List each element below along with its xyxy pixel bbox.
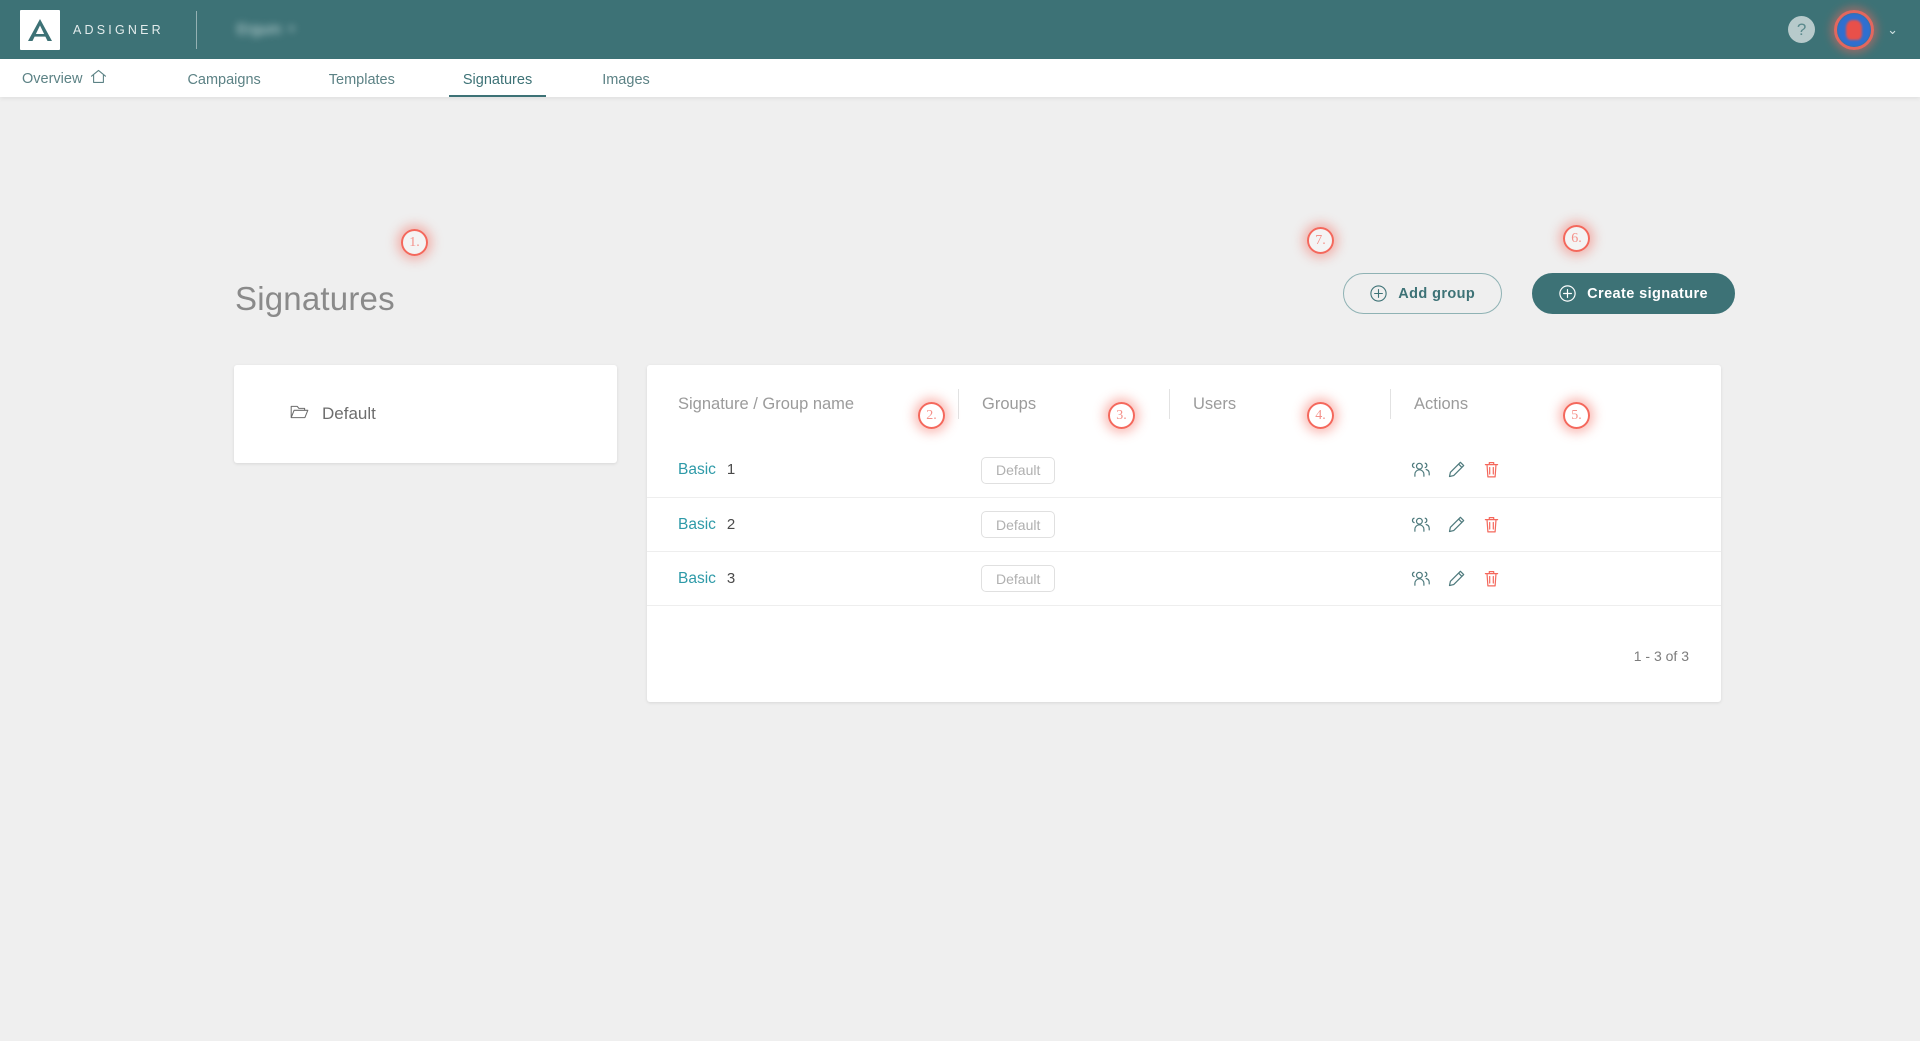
main-navigation: Overview Campaigns Templates Signatures …: [0, 59, 1920, 97]
tab-signatures[interactable]: Signatures: [448, 72, 547, 97]
delete-trash-icon[interactable]: [1483, 460, 1503, 480]
tab-label: Overview: [22, 70, 83, 87]
folder-label: Default: [322, 404, 376, 423]
adsigner-logo-icon: [20, 9, 60, 50]
column-users[interactable]: Users: [1170, 395, 1390, 414]
brand-logo[interactable]: ADSIGNER: [20, 9, 164, 50]
delete-trash-icon[interactable]: [1483, 569, 1503, 589]
column-signature-group-name[interactable]: Signature / Group name: [678, 395, 958, 414]
groups-cell: Default: [958, 456, 1168, 484]
signature-index: 2: [726, 515, 736, 533]
folder-panel: Default: [234, 365, 617, 463]
annotation-marker-6: 6.: [1563, 225, 1590, 252]
annotation-marker-3: 3.: [1108, 402, 1135, 429]
signature-name: Basic: [678, 515, 716, 533]
table-header-row: Signature / Group name Groups Users Acti…: [647, 365, 1721, 443]
signature-name: Basic: [678, 461, 716, 478]
plus-circle-icon: [1370, 285, 1387, 302]
header-actions: ? ⌄: [1788, 9, 1898, 50]
annotation-marker-2: 2.: [918, 402, 945, 429]
signature-name-cell[interactable]: Basic 2: [678, 516, 958, 534]
tab-templates[interactable]: Templates: [329, 72, 395, 97]
table-body: Basic 1 Default Basic 2 Default Basic 3 …: [647, 443, 1721, 606]
company-selector[interactable]: Ergum ▾: [237, 21, 294, 38]
avatar[interactable]: [1834, 9, 1875, 50]
signature-name-cell[interactable]: Basic 1: [678, 461, 958, 479]
users-icon[interactable]: [1411, 460, 1431, 480]
tab-overview[interactable]: Overview: [22, 69, 107, 97]
signature-index: 3: [726, 569, 736, 587]
signature-name: Basic: [678, 569, 716, 587]
folder-icon: [290, 404, 309, 425]
avatar-highlight-ring: [1834, 9, 1875, 50]
page-body: Signatures Add group Create signature De…: [0, 97, 1920, 1041]
pagination-status: 1 - 3 of 3: [1633, 648, 1689, 664]
users-icon[interactable]: [1411, 515, 1431, 535]
annotation-marker-4: 4.: [1307, 402, 1334, 429]
edit-pencil-icon[interactable]: [1447, 569, 1467, 589]
table-row[interactable]: Basic 1 Default: [647, 443, 1721, 497]
delete-trash-icon[interactable]: [1483, 515, 1503, 535]
signatures-table: Signature / Group name Groups Users Acti…: [647, 365, 1721, 702]
add-group-button[interactable]: Add group: [1343, 273, 1503, 314]
edit-pencil-icon[interactable]: [1447, 460, 1467, 480]
chevron-down-icon: ▾: [289, 24, 295, 35]
page-title: Signatures: [235, 280, 395, 317]
folder-item-default[interactable]: Default: [290, 404, 376, 425]
page-actions: Add group Create signature: [1343, 273, 1735, 314]
signature-index: 1: [726, 461, 736, 478]
tab-label: Templates: [328, 72, 395, 88]
annotation-marker-5: 5.: [1563, 402, 1590, 429]
account-chevron-down-icon[interactable]: ⌄: [1887, 22, 1898, 38]
actions-cell: [1388, 569, 1721, 589]
add-group-label: Add group: [1398, 285, 1476, 302]
header-divider: [195, 10, 197, 49]
column-groups[interactable]: Groups: [959, 395, 1169, 414]
create-signature-label: Create signature: [1587, 285, 1708, 302]
group-chip[interactable]: Default: [981, 565, 1056, 592]
users-icon[interactable]: [1411, 569, 1431, 589]
brand-wordmark: ADSIGNER: [73, 22, 164, 37]
tab-campaigns[interactable]: Campaigns: [187, 72, 260, 97]
group-chip[interactable]: Default: [981, 456, 1056, 484]
table-row[interactable]: Basic 2 Default: [647, 497, 1721, 551]
company-name: Ergum: [236, 21, 282, 38]
tab-label: Campaigns: [187, 72, 261, 88]
tab-images[interactable]: Images: [602, 72, 650, 97]
app-header: ADSIGNER Ergum ▾ ? ⌄: [0, 0, 1920, 59]
column-actions[interactable]: Actions: [1391, 395, 1721, 414]
home-icon: [90, 69, 107, 88]
help-icon[interactable]: ?: [1788, 16, 1816, 43]
groups-cell: Default: [958, 565, 1168, 592]
plus-circle-icon: [1559, 285, 1576, 302]
groups-cell: Default: [958, 511, 1168, 538]
signature-name-cell[interactable]: Basic 3: [678, 570, 958, 588]
create-signature-button[interactable]: Create signature: [1532, 273, 1735, 314]
edit-pencil-icon[interactable]: [1447, 515, 1467, 535]
annotation-marker-1: 1.: [401, 229, 428, 256]
group-chip[interactable]: Default: [981, 511, 1056, 538]
annotation-marker-7: 7.: [1307, 227, 1334, 254]
tab-label: Images: [602, 72, 650, 88]
actions-cell: [1388, 460, 1721, 480]
table-row[interactable]: Basic 3 Default: [647, 551, 1721, 605]
actions-cell: [1388, 515, 1721, 535]
tab-label: Signatures: [462, 72, 533, 88]
